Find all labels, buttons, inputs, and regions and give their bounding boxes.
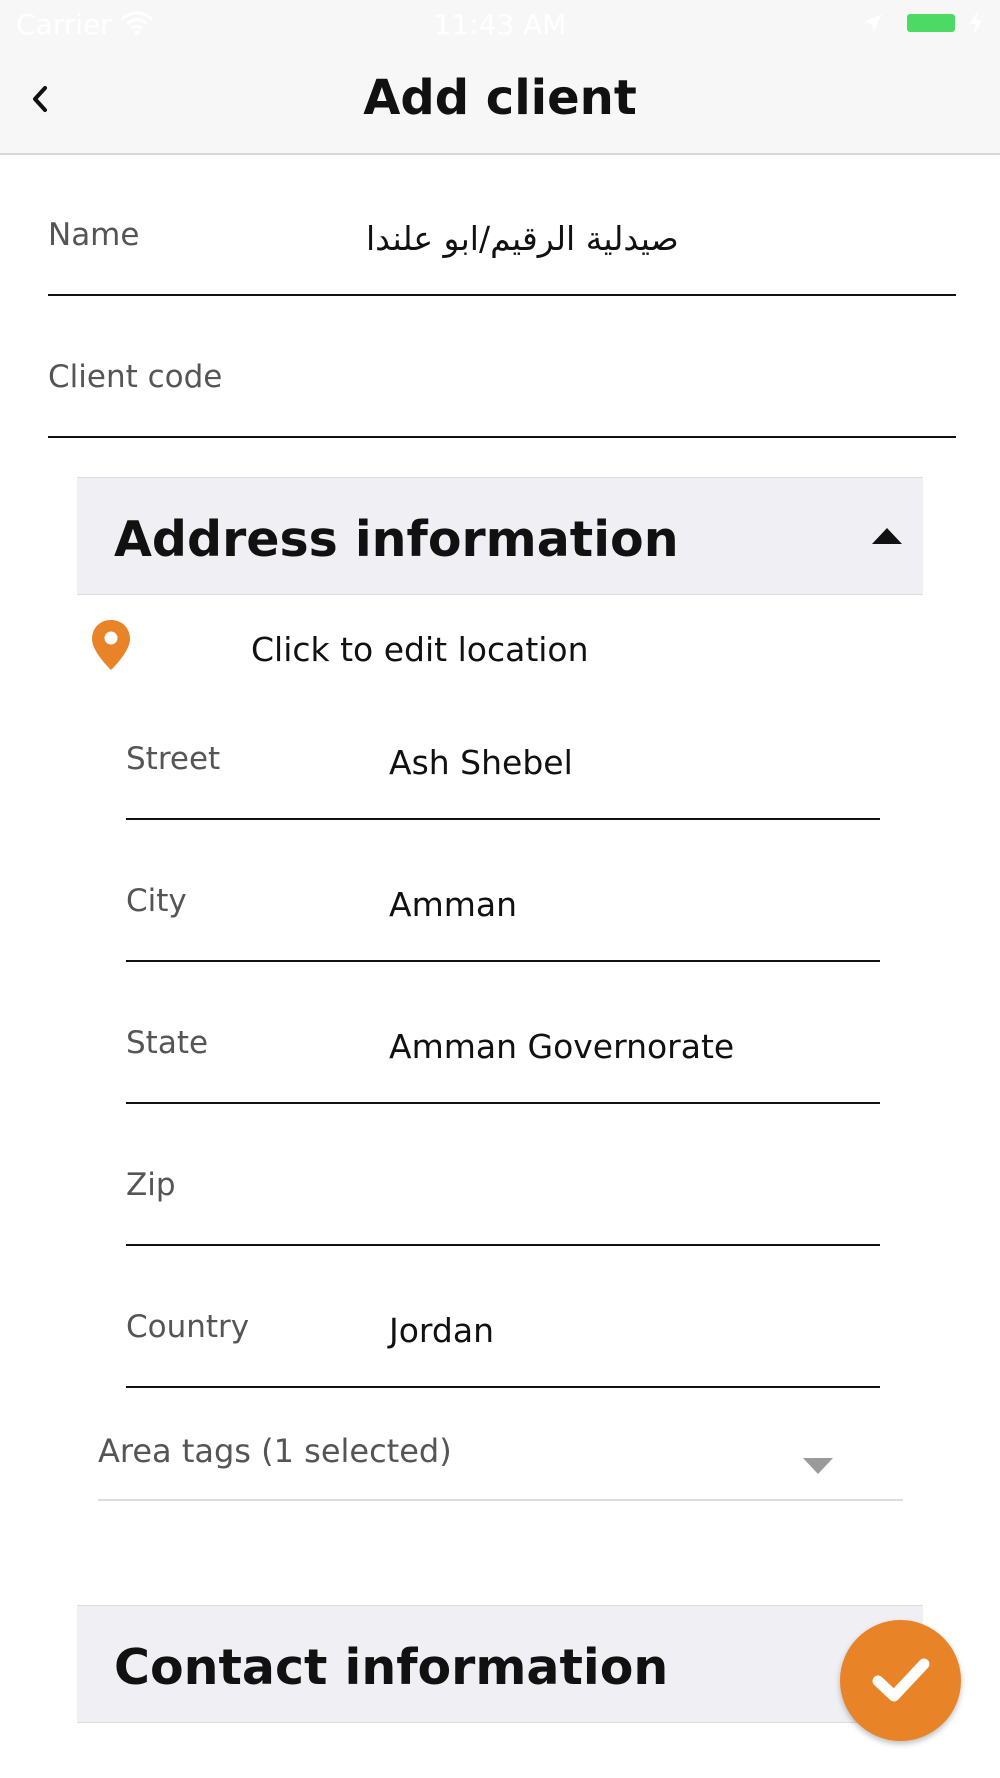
edit-location-label: Click to edit location: [251, 630, 589, 669]
contact-section-header[interactable]: Contact information: [77, 1605, 923, 1723]
location-arrow-icon: [862, 12, 884, 38]
street-value[interactable]: Ash Shebel: [389, 743, 573, 782]
street-label: Street: [126, 741, 221, 777]
city-underline: [126, 960, 880, 962]
page-title: Add client: [363, 70, 637, 126]
client-code-field[interactable]: Client code: [48, 359, 956, 438]
name-value[interactable]: صيدلية الرقيم/ابو علندا: [366, 219, 679, 258]
area-tags-label: Area tags (1 selected): [98, 1432, 452, 1470]
area-tags-dropdown[interactable]: Area tags (1 selected): [98, 1428, 903, 1501]
checkmark-icon: [872, 1658, 930, 1702]
zip-underline: [126, 1244, 880, 1246]
zip-field[interactable]: Zip: [126, 1167, 880, 1246]
map-pin-icon: [92, 620, 130, 674]
area-tags-underline: [98, 1499, 903, 1501]
name-field[interactable]: Name صيدلية الرقيم/ابو علندا: [48, 217, 956, 296]
country-underline: [126, 1386, 880, 1388]
city-value[interactable]: Amman: [389, 885, 517, 924]
street-underline: [126, 818, 880, 820]
status-time: 11:43 AM: [433, 8, 567, 41]
city-field[interactable]: City Amman: [126, 883, 880, 962]
client-code-underline: [48, 436, 956, 438]
street-field[interactable]: Street Ash Shebel: [126, 741, 880, 820]
name-label: Name: [48, 217, 140, 253]
country-field[interactable]: Country Jordan: [126, 1309, 880, 1388]
state-underline: [126, 1102, 880, 1104]
charging-bolt-icon: [968, 10, 984, 40]
country-value[interactable]: Jordan: [389, 1311, 494, 1350]
state-label: State: [126, 1025, 209, 1061]
battery-icon: [907, 14, 955, 32]
contact-section-title: Contact information: [114, 1639, 669, 1696]
navigation-bar: Add client: [0, 50, 1000, 155]
edit-location-row[interactable]: Click to edit location: [77, 610, 923, 690]
address-section-header[interactable]: Address information: [77, 477, 923, 595]
address-section-title: Address information: [114, 511, 679, 568]
name-underline: [48, 294, 956, 296]
caret-down-icon: [803, 1458, 833, 1478]
status-bar: Carrier 11:43 AM: [0, 0, 1000, 50]
state-field[interactable]: State Amman Governorate: [126, 1025, 880, 1104]
caret-up-icon: [872, 528, 902, 548]
zip-label: Zip: [126, 1167, 176, 1203]
client-code-label: Client code: [48, 359, 223, 395]
country-label: Country: [126, 1309, 250, 1345]
state-value[interactable]: Amman Governorate: [389, 1027, 734, 1066]
save-button[interactable]: [840, 1620, 961, 1741]
city-label: City: [126, 883, 187, 919]
